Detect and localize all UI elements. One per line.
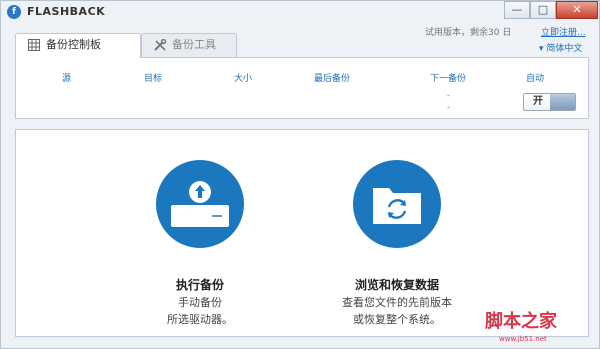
tab-backup-tools[interactable]: 备份工具	[141, 33, 237, 57]
column-header-next-backup[interactable]: 下一备份	[430, 71, 466, 84]
auto-backup-toggle[interactable]: 开	[523, 93, 576, 111]
watermark-logo: 脚本之家	[485, 311, 557, 332]
language-selector[interactable]: ▾ 简体中文	[539, 41, 582, 54]
title-bar: f FLASHBACK — □ ✕	[1, 1, 600, 23]
minimize-button[interactable]: —	[504, 1, 530, 19]
tools-icon	[154, 39, 166, 51]
drive-upload-icon	[171, 181, 229, 227]
description-line: 所选驱动器。	[167, 313, 233, 326]
close-button[interactable]: ✕	[556, 1, 598, 19]
toggle-knob	[550, 94, 575, 110]
title-text: 执行	[175, 278, 200, 292]
column-header-auto[interactable]: 自动	[526, 71, 544, 84]
watermark-url: www.jb51.net	[499, 335, 547, 343]
next-backup-value: -	[447, 103, 450, 112]
column-header-source[interactable]: 源	[62, 71, 71, 84]
title-text: 浏览和	[354, 278, 391, 292]
grid-icon	[28, 39, 40, 51]
title-text: 数据	[415, 278, 440, 292]
run-backup-description: 手动备份 所选驱动器。	[100, 294, 300, 328]
browse-restore-title[interactable]: 浏览和恢复数据	[297, 276, 497, 293]
backup-dashboard-table: 源 目标 大小 最后备份 下一备份 自动 - - 开	[15, 57, 589, 119]
run-backup-title[interactable]: 执行备份	[100, 276, 300, 293]
run-backup-button[interactable]	[156, 160, 244, 248]
column-header-last-backup[interactable]: 最后备份	[314, 71, 350, 84]
column-header-target[interactable]: 目标	[144, 71, 162, 84]
tab-label: 备份工具	[172, 38, 216, 51]
title-emphasis: 备份	[200, 278, 225, 292]
description-line: 手动备份	[178, 296, 222, 309]
column-header-size[interactable]: 大小	[234, 71, 252, 84]
description-line: 或恢复整个系统。	[353, 313, 441, 326]
toggle-label: 开	[524, 94, 552, 110]
tab-backup-dashboard[interactable]: 备份控制板	[15, 33, 141, 58]
description-line: 查看您文件的先前版本	[342, 296, 452, 309]
tab-label: 备份控制板	[46, 38, 101, 51]
folder-restore-icon	[373, 188, 421, 224]
browse-restore-button[interactable]	[353, 160, 441, 248]
trial-status: 试用版本，剩余30 日	[425, 28, 512, 38]
maximize-button[interactable]: □	[530, 1, 556, 19]
title-emphasis: 恢复	[390, 278, 415, 292]
app-logo-icon: f	[7, 5, 21, 19]
app-window: f FLASHBACK — □ ✕ 试用版本，剩余30 日 立即注册... ▾ …	[0, 0, 600, 349]
window-controls: — □ ✕	[504, 1, 598, 19]
next-backup-value: -	[447, 91, 450, 100]
app-title: FLASHBACK	[27, 5, 106, 18]
action-panel: 执行备份 手动备份 所选驱动器。 浏览和恢复数据 查看您文件的先前版本 或恢复整…	[15, 129, 589, 337]
register-link[interactable]: 立即注册...	[541, 25, 586, 38]
browse-restore-description: 查看您文件的先前版本 或恢复整个系统。	[297, 294, 497, 328]
